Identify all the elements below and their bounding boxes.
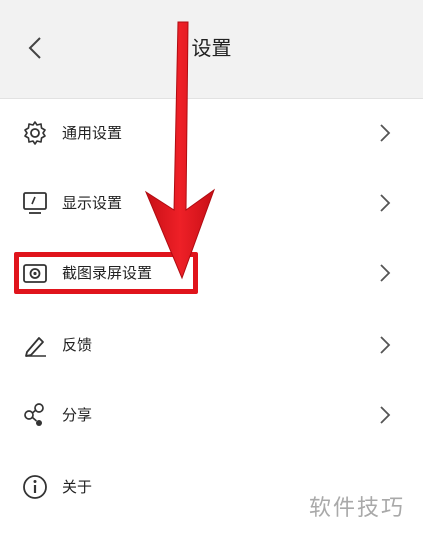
info-icon [23,475,47,499]
chevron-right-icon [380,336,391,354]
menu-item-label: 分享 [62,406,93,424]
watermark: 软件技巧 [308,496,405,521]
menu-item-feedback[interactable]: 反馈 [0,314,423,374]
menu-item-label: 通用设置 [62,124,123,142]
monitor-icon [23,192,47,214]
header-bar: 设置 [0,0,423,99]
menu-item-general[interactable]: 通用设置 [0,102,423,162]
chevron-right-icon [380,264,391,282]
menu-item-label: 反馈 [62,336,93,354]
menu-item-label: 显示设置 [62,194,123,212]
menu-item-share[interactable]: 分享 [0,384,423,444]
chevron-right-icon [380,124,391,142]
share-icon [24,403,44,426]
menu-item-label: 关于 [62,478,93,496]
chevron-right-icon [380,194,391,212]
page-title: 设置 [191,36,232,60]
chevron-right-icon [380,406,391,424]
pencil-icon [25,337,46,357]
menu-item-display[interactable]: 显示设置 [0,172,423,232]
highlight-box [14,252,198,294]
gear-icon [24,121,46,145]
